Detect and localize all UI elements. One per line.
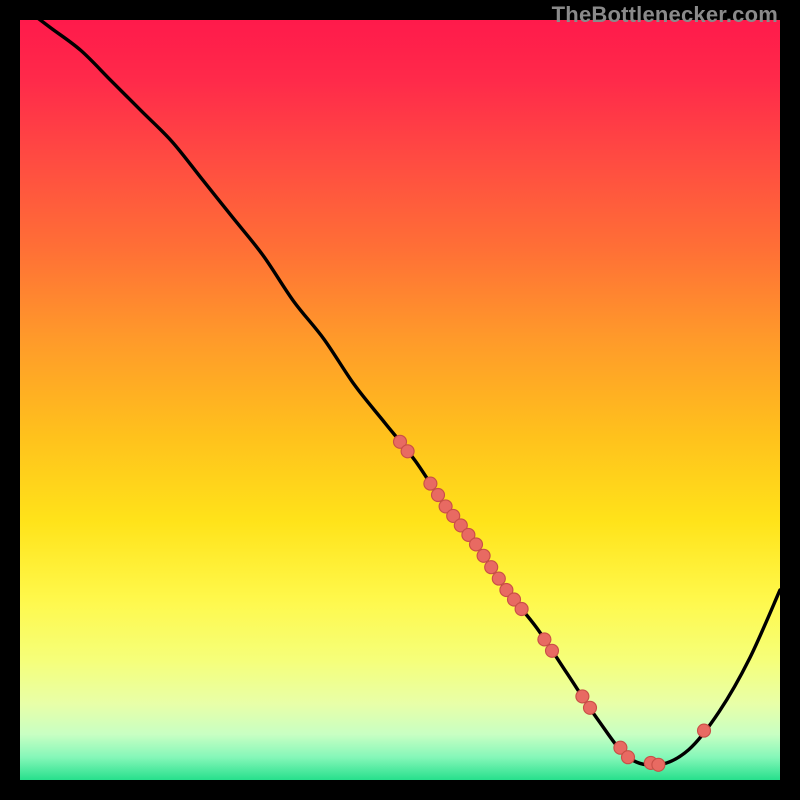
chart-stage: TheBottlenecker.com (0, 0, 800, 800)
data-dot (492, 572, 505, 585)
data-dot (546, 644, 559, 657)
data-dot (698, 724, 711, 737)
data-dot (515, 603, 528, 616)
bottleneck-curve (20, 20, 780, 765)
data-dot (432, 489, 445, 502)
data-dot (401, 445, 414, 458)
data-dot (424, 477, 437, 490)
data-dot (622, 751, 635, 764)
data-dots (394, 435, 711, 771)
plot-area (20, 20, 780, 780)
data-dot (470, 538, 483, 551)
data-dot (538, 633, 551, 646)
data-dot (477, 549, 490, 562)
data-dot (584, 701, 597, 714)
data-dot (576, 690, 589, 703)
data-dot (485, 561, 498, 574)
data-dot (652, 758, 665, 771)
curve-layer (20, 20, 780, 780)
watermark-text: TheBottlenecker.com (552, 2, 778, 28)
